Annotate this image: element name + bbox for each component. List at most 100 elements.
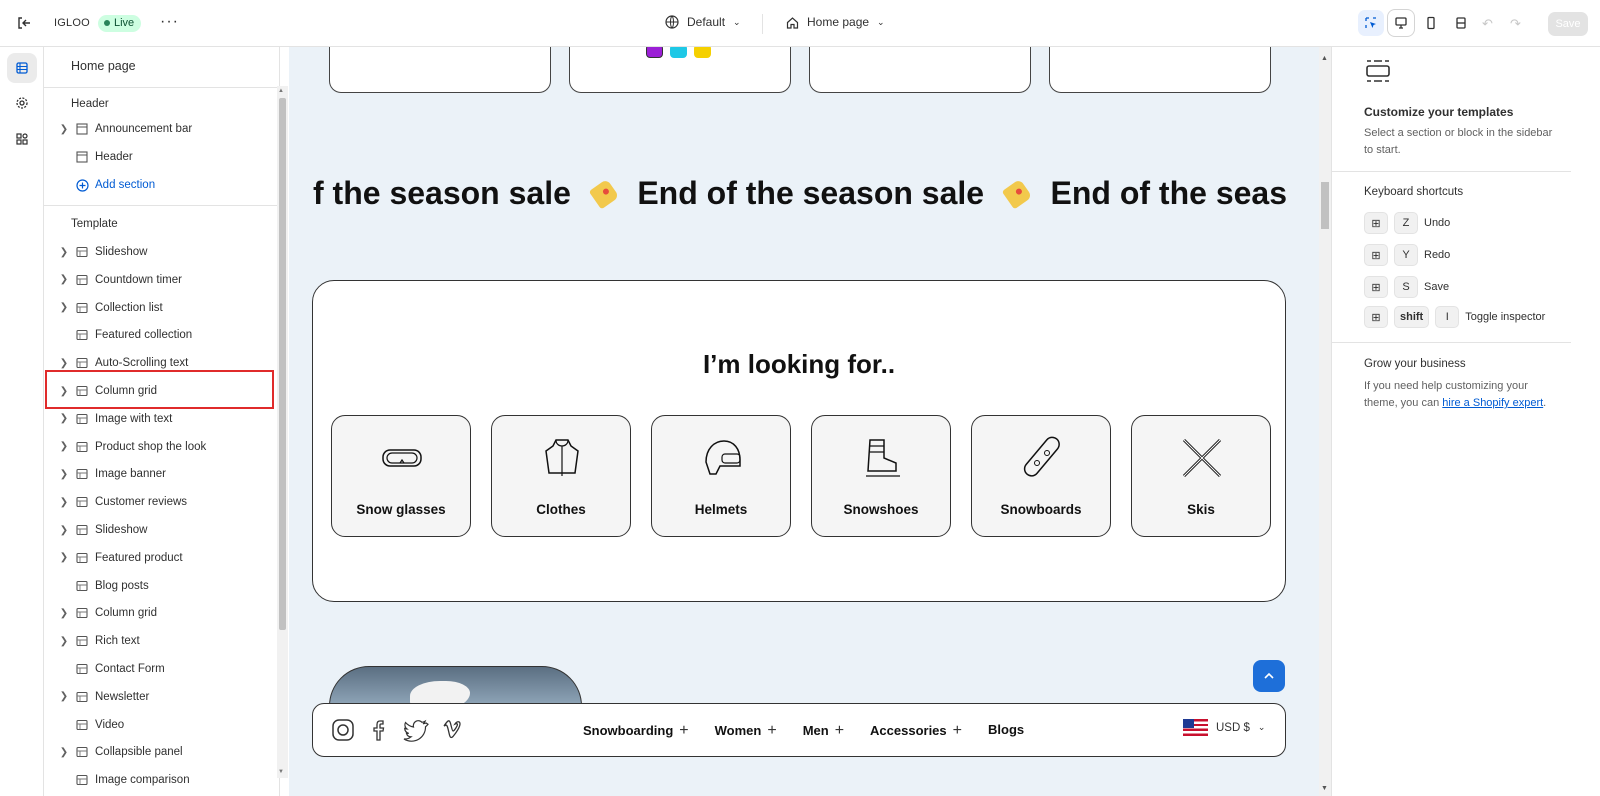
- currency-selector[interactable]: USD $ ⌄: [1183, 719, 1265, 736]
- more-actions-button[interactable]: ···: [160, 13, 179, 31]
- sidebar-item-column-grid[interactable]: ❯ Column grid: [44, 377, 274, 405]
- sidebar-item-image-with-text[interactable]: ❯ Image with text: [44, 405, 274, 433]
- chevron-right-icon[interactable]: ❯: [56, 636, 72, 647]
- undo-icon[interactable]: ↶: [1482, 16, 1493, 32]
- instagram-icon[interactable]: [331, 718, 355, 742]
- sidebar-item-rich-text[interactable]: ❯ Rich text: [44, 627, 274, 655]
- scroll-down-icon[interactable]: ▼: [278, 769, 284, 775]
- shortcut-save: ⊞ S Save: [1364, 276, 1449, 298]
- category-card-clothes[interactable]: Clothes: [491, 415, 631, 537]
- chevron-right-icon[interactable]: ❯: [56, 441, 72, 452]
- sidebar-item-header[interactable]: Header: [44, 143, 274, 171]
- sidebar-item-announcement-bar[interactable]: ❯ Announcement bar: [44, 115, 274, 143]
- category-card-skis[interactable]: Skis: [1131, 415, 1271, 537]
- apps-icon[interactable]: [7, 124, 37, 154]
- column-grid-section[interactable]: I’m looking for.. Snow glasses Clothes H…: [312, 280, 1286, 602]
- nav-item-snowboarding[interactable]: Snowboarding +: [583, 722, 689, 740]
- add-section-button[interactable]: Add section: [44, 171, 274, 199]
- sidebar-item-collapsible-panel[interactable]: ❯ Collapsible panel: [44, 738, 274, 766]
- inspector-toggle-icon[interactable]: [1358, 10, 1384, 36]
- skis-icon: [1182, 438, 1222, 478]
- exit-icon[interactable]: [14, 13, 34, 33]
- category-card-helmets[interactable]: Helmets: [651, 415, 791, 537]
- sidebar-item-label: Video: [95, 718, 125, 731]
- columns-icon: [75, 606, 89, 620]
- back-to-top-button[interactable]: [1253, 660, 1285, 692]
- scrollbar-thumb[interactable]: [279, 98, 286, 630]
- product-card[interactable]: [809, 47, 1031, 93]
- sidebar-item-video[interactable]: Video: [44, 711, 274, 739]
- sidebar-item-column-grid[interactable]: ❯ Column grid: [44, 599, 274, 627]
- vimeo-icon[interactable]: [441, 718, 465, 742]
- nav-item-women[interactable]: Women +: [715, 722, 777, 740]
- chevron-right-icon[interactable]: ❯: [56, 124, 72, 135]
- chevron-right-icon[interactable]: ❯: [56, 274, 72, 285]
- scrollbar-thumb[interactable]: [1321, 182, 1329, 229]
- theme-selector[interactable]: Default ⌄: [665, 15, 741, 29]
- sidebar-item-label: Image comparison: [95, 774, 190, 787]
- sidebar-item-blog-posts[interactable]: Blog posts: [44, 572, 274, 600]
- hire-expert-link[interactable]: hire a Shopify expert: [1442, 397, 1543, 409]
- sidebar-item-featured-product[interactable]: ❯ Featured product: [44, 544, 274, 572]
- category-card-snowboards[interactable]: Snowboards: [971, 415, 1111, 537]
- sidebar-scrollbar[interactable]: ▲ ▼: [277, 86, 288, 778]
- category-card-snow-glasses[interactable]: Snow glasses: [331, 415, 471, 537]
- chevron-right-icon[interactable]: ❯: [56, 302, 72, 313]
- sidebar-item-newsletter[interactable]: ❯ Newsletter: [44, 683, 274, 711]
- color-swatch[interactable]: [694, 47, 711, 58]
- command-key-icon: ⊞: [1364, 306, 1388, 328]
- desktop-view-icon[interactable]: [1388, 10, 1414, 36]
- scroll-up-icon[interactable]: ▲: [278, 88, 284, 94]
- sidebar-item-countdown-timer[interactable]: ❯ Countdown timer: [44, 266, 274, 294]
- sidebar-item-auto-scrolling-text[interactable]: ❯ Auto-Scrolling text: [44, 349, 274, 377]
- chevron-right-icon[interactable]: ❯: [56, 525, 72, 536]
- facebook-icon[interactable]: [368, 718, 392, 742]
- sidebar-item-collection-list[interactable]: ❯ Collection list: [44, 294, 274, 322]
- shortcut-key: Y: [1394, 244, 1418, 266]
- category-label: Snow glasses: [356, 502, 446, 517]
- category-card-snowshoes[interactable]: Snowshoes: [811, 415, 951, 537]
- chevron-right-icon[interactable]: ❯: [56, 747, 72, 758]
- sidebar-item-featured-collection[interactable]: Featured collection: [44, 321, 274, 349]
- nav-item-men[interactable]: Men +: [803, 722, 844, 740]
- slideshow-icon: [75, 523, 89, 537]
- chevron-right-icon[interactable]: ❯: [56, 413, 72, 424]
- store-name: IGLOO: [54, 17, 90, 29]
- sections-icon[interactable]: [7, 53, 37, 83]
- product-card[interactable]: [569, 47, 791, 93]
- chevron-right-icon[interactable]: ❯: [56, 386, 72, 397]
- sidebar-item-label: Featured product: [95, 551, 183, 564]
- product-card[interactable]: [1049, 47, 1271, 93]
- sidebar-item-slideshow[interactable]: ❯ Slideshow: [44, 516, 274, 544]
- fullwidth-view-icon[interactable]: [1448, 10, 1474, 36]
- chevron-right-icon[interactable]: ❯: [56, 247, 72, 258]
- sidebar-item-slideshow[interactable]: ❯ Slideshow: [44, 238, 274, 266]
- twitter-icon[interactable]: [403, 718, 429, 742]
- sidebar-item-image-comparison[interactable]: Image comparison: [44, 766, 274, 794]
- gear-icon[interactable]: [7, 88, 37, 118]
- redo-icon[interactable]: ↷: [1510, 16, 1521, 32]
- color-swatch[interactable]: [670, 47, 687, 58]
- scroll-down-icon[interactable]: ▼: [1321, 785, 1328, 792]
- chevron-right-icon[interactable]: ❯: [56, 358, 72, 369]
- save-button[interactable]: Save: [1548, 12, 1588, 36]
- color-swatch[interactable]: [646, 47, 663, 58]
- page-selector[interactable]: Home page ⌄: [786, 15, 885, 29]
- sidebar-item-product-shop-the-look[interactable]: ❯ Product shop the look: [44, 433, 274, 461]
- chevron-right-icon[interactable]: ❯: [56, 608, 72, 619]
- chevron-right-icon[interactable]: ❯: [56, 552, 72, 563]
- product-card[interactable]: [329, 47, 551, 93]
- nav-item-blogs[interactable]: Blogs: [988, 722, 1024, 740]
- settings-panel: Customize your templates Select a sectio…: [1331, 47, 1600, 796]
- chevron-right-icon[interactable]: ❯: [56, 497, 72, 508]
- sidebar-item-image-banner[interactable]: ❯ Image banner: [44, 460, 274, 488]
- preview-scrollbar[interactable]: ▲ ▼: [1319, 47, 1331, 796]
- sidebar-item-contact-form[interactable]: Contact Form: [44, 655, 274, 683]
- chevron-right-icon[interactable]: ❯: [56, 469, 72, 480]
- chevron-right-icon[interactable]: ❯: [56, 691, 72, 702]
- plus-icon: +: [767, 722, 777, 739]
- scroll-up-icon[interactable]: ▲: [1321, 55, 1328, 62]
- nav-item-accessories[interactable]: Accessories +: [870, 722, 962, 740]
- mobile-view-icon[interactable]: [1418, 10, 1444, 36]
- sidebar-item-customer-reviews[interactable]: ❯ Customer reviews: [44, 488, 274, 516]
